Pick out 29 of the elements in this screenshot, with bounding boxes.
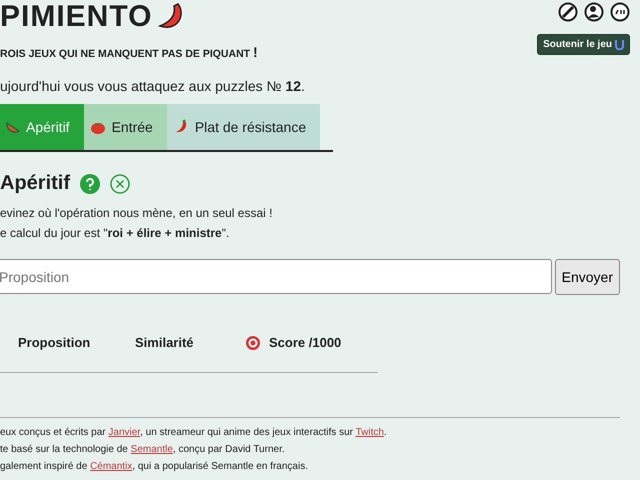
credit-link[interactable]: Twitch [356, 427, 384, 438]
tab[interactable]: Apéritif [0, 104, 84, 150]
tab[interactable]: Plat de résistance [166, 104, 320, 150]
tomato-icon [90, 120, 106, 134]
watermelon-icon [6, 120, 20, 134]
help-icon[interactable] [80, 174, 100, 194]
column-header: Similarité [135, 335, 195, 350]
send-button[interactable]: Envoyer [554, 259, 620, 295]
tab[interactable]: Entrée [84, 104, 167, 150]
support-button[interactable]: Soutenir le jeu [537, 34, 630, 55]
credit-text: galement inspiré de Cémantix, qui a popularisé Semantle en français. [0, 460, 309, 474]
magnet-icon [615, 39, 624, 50]
column-header: Score /1000 [269, 335, 342, 350]
close-icon[interactable] [110, 174, 130, 194]
section-title: Apéritif [0, 172, 70, 195]
intro-text: ujourd'hui vous vous attaquez aux puzzles № 12. [0, 78, 306, 94]
credit-text: eux conçus et écrits par Janvier, un streameur qui anime des jeux interactifs sur Twitch. [0, 426, 388, 440]
person-icon[interactable] [584, 2, 604, 22]
instruction-text: e calcul du jour est "roi + élire + ministre". [0, 225, 230, 242]
credit-link[interactable]: Semantle [130, 444, 173, 455]
tagline: ROIS JEUX QUI NE MANQUENT PAS DE PIQUANT ! [0, 44, 258, 60]
instruction-text: evinez où l'opération nous mène, en un seul essai ! [0, 205, 274, 222]
column-header: Proposition [18, 335, 92, 350]
credit-text: te basé sur la technologie de Semantle, conçu par David Turner. [0, 443, 286, 457]
site-title: PIMIENTO [0, 0, 152, 34]
credit-link[interactable]: Cémantix [90, 461, 132, 472]
target-icon [245, 334, 261, 350]
guess-input-field[interactable]: Proposition [0, 259, 552, 294]
credit-link[interactable]: Janvier [108, 427, 140, 438]
